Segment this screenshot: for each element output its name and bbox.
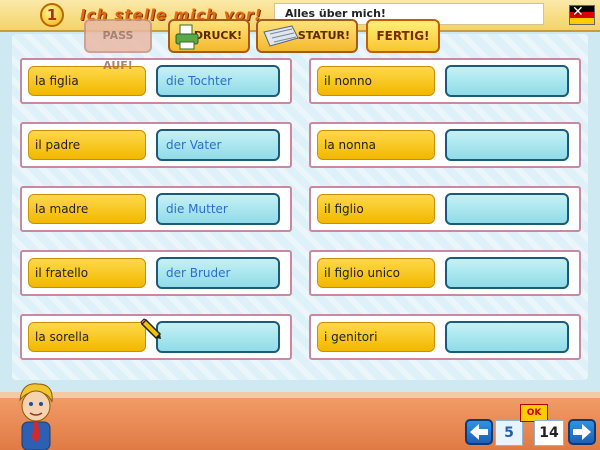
pair-row: il padre der Vater xyxy=(20,122,292,168)
german-answer-input[interactable]: die Tochter xyxy=(156,65,280,97)
german-answer-input[interactable] xyxy=(445,257,569,289)
pair-row: il figlio unico xyxy=(309,250,581,296)
italian-word: il figlio xyxy=(317,194,435,224)
german-answer-input[interactable]: die Mutter xyxy=(156,193,280,225)
printer-icon xyxy=(175,24,199,50)
exercise-panel: la figlia die Tochter il padre der Vater… xyxy=(12,34,588,380)
italian-word: il padre xyxy=(28,130,146,160)
arrow-left-icon xyxy=(470,424,488,440)
german-answer-input[interactable]: der Bruder xyxy=(156,257,280,289)
pair-row: i genitori xyxy=(309,314,581,360)
total-page-number: 14 xyxy=(534,420,564,446)
german-answer-input[interactable] xyxy=(445,65,569,97)
pair-row: la figlia die Tochter xyxy=(20,58,292,104)
german-answer-input[interactable] xyxy=(445,129,569,161)
german-answer-input[interactable] xyxy=(445,193,569,225)
italian-word: il figlio unico xyxy=(317,258,435,288)
tastatur-button[interactable]: TASTATUR! xyxy=(256,19,358,53)
next-page-button[interactable] xyxy=(568,419,596,445)
italian-word: il nonno xyxy=(317,66,435,96)
fertig-button[interactable]: FERTIG! xyxy=(366,19,440,53)
pair-row: il nonno xyxy=(309,58,581,104)
italian-word: la nonna xyxy=(317,130,435,160)
flag-de-icon[interactable]: ✕ xyxy=(569,4,595,25)
mascot-icon xyxy=(19,383,53,450)
german-answer-input[interactable] xyxy=(445,321,569,353)
pair-row: il figlio xyxy=(309,186,581,232)
italian-word: il fratello xyxy=(28,258,146,288)
pair-row: il fratello der Bruder xyxy=(20,250,292,296)
keyboard-icon xyxy=(263,25,299,47)
german-answer-input[interactable]: der Vater xyxy=(156,129,280,161)
arrow-right-icon xyxy=(573,424,591,440)
pass-auf-button[interactable]: PASS AUF! xyxy=(84,19,152,72)
pair-row: la madre die Mutter xyxy=(20,186,292,232)
italian-word: i genitori xyxy=(317,322,435,352)
lesson-number-badge: 1 xyxy=(40,3,64,27)
german-answer-input[interactable] xyxy=(156,321,280,353)
druck-button[interactable]: DRUCK! xyxy=(168,19,250,53)
pair-row: la nonna xyxy=(309,122,581,168)
italian-word: la sorella xyxy=(28,322,146,352)
pencil-cursor-icon xyxy=(140,318,162,340)
pair-row: la sorella xyxy=(20,314,292,360)
footer-stripe xyxy=(0,392,600,398)
previous-page-button[interactable] xyxy=(465,419,493,445)
italian-word: la madre xyxy=(28,194,146,224)
current-page-number: 5 xyxy=(495,420,523,446)
